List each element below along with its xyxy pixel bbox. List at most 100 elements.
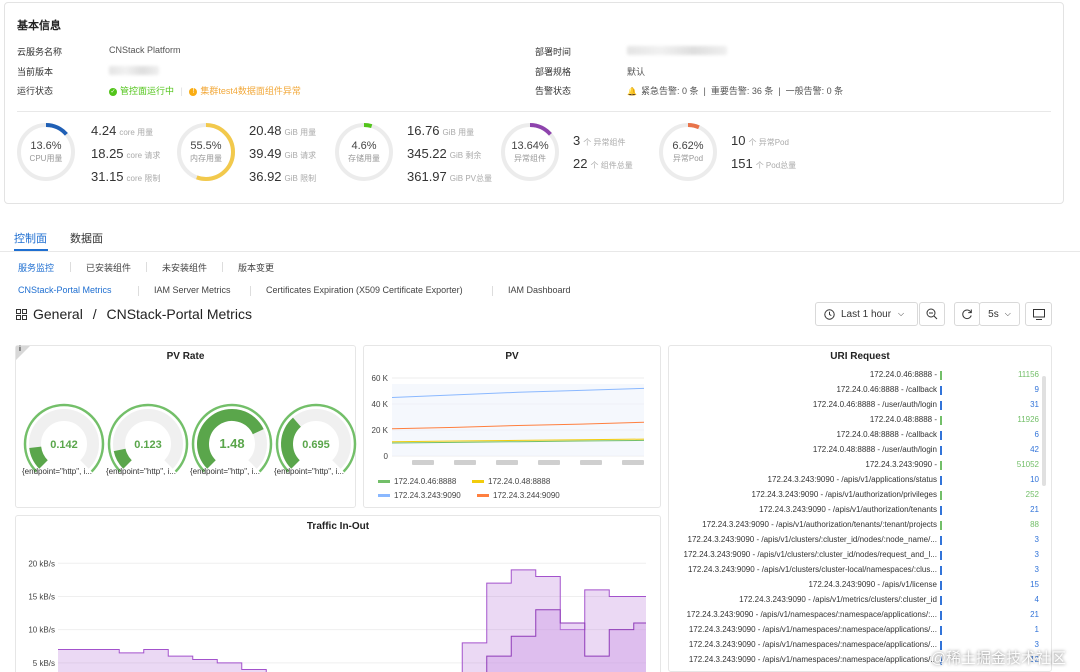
active-tab-indicator [14, 249, 48, 251]
dash-tab-portal[interactable]: CNStack-Portal Metrics [18, 285, 112, 295]
legend-item[interactable]: 172.24.0.46:8888 [378, 477, 456, 486]
uri-row: 172.24.3.243:9090 - /apis/v1/license 15 [671, 578, 1039, 593]
uri-value: 10 [1030, 475, 1039, 484]
scrollbar[interactable] [1042, 376, 1046, 486]
mem-ring: 55.5% 内存用量 [175, 121, 237, 183]
y-tick-label: 15 kB/s [28, 592, 55, 601]
pod-abnormal-value: 10 [731, 133, 746, 148]
pod-total-unit: 个 Pod总量 [755, 161, 797, 170]
subtab-installed[interactable]: 已安装组件 [86, 261, 131, 274]
uri-row: 172.24.3.243:9090 - /apis/v1/authorizati… [671, 518, 1039, 533]
y-tick-label: 40 K [372, 400, 389, 409]
component-total-unit: 个 组件总量 [590, 161, 633, 170]
uri-path: 172.24.3.243:9090 - /apis/v1/authorizati… [759, 505, 937, 514]
pv-title: PV [505, 351, 519, 362]
pv-line-chart: 60 K 40 K 20 K 0 [372, 374, 645, 465]
breadcrumb-sep: / [92, 306, 97, 322]
status-warn-link[interactable]: 集群test4数据面组件异常 [200, 86, 301, 96]
uri-value: 6 [1034, 430, 1039, 439]
tab-control-plane[interactable]: 控制面 [14, 230, 47, 246]
uri-value-bar [940, 611, 942, 620]
dash-tab-sep [138, 286, 139, 296]
status-value: ✓ 管控面运行中 | ! 集群test4数据面组件异常 [109, 86, 301, 96]
dash-tab-cert[interactable]: Certificates Expiration (X509 Certificat… [266, 285, 463, 295]
uri-path: 172.24.3.243:9090 - /apis/v1/clusters/:c… [683, 550, 938, 559]
uri-path: 172.24.3.243:9090 - /apis/v1/application… [767, 475, 937, 484]
uri-row: 172.24.3.243:9090 - 51052 [671, 458, 1039, 473]
pv-rate-panel: i PV Rate 0.142 0.123 1.48 0.695 {endpoint=… [15, 345, 357, 508]
component-abnormal-unit: 个 异常组件 [583, 138, 626, 147]
bell-icon: 🔔 [627, 87, 637, 96]
x-tick-label-redacted [538, 460, 560, 465]
subtab-service-monitor[interactable]: 服务监控 [18, 261, 54, 274]
uri-value-bar [940, 461, 942, 470]
cpu-request-unit: core 请求 [126, 151, 161, 160]
uri-row: 172.24.0.46:8888 - 11156 [671, 368, 1039, 383]
legend-item[interactable]: 172.24.3.243:9090 [378, 491, 461, 500]
uri-value: 3 [1034, 535, 1039, 544]
uri-row: 172.24.3.243:9090 - /apis/v1/clusters/cl… [671, 563, 1039, 578]
storage-ring-pct: 4.6% [351, 140, 377, 152]
uri-row: 172.24.3.243:9090 - /apis/v1/namespaces/… [671, 623, 1039, 638]
uri-row: 172.24.0.48:8888 - /user/auth/login 42 [671, 443, 1039, 458]
uri-value: 31 [1030, 400, 1039, 409]
storage-used-value: 16.76 [407, 123, 440, 138]
pod-ring: 6.62% 异常Pod [657, 121, 719, 183]
uri-value: 9 [1034, 385, 1039, 394]
subtab-not-installed[interactable]: 未安装组件 [162, 261, 207, 274]
uri-path: 172.24.3.243:9090 - /apis/v1/namespaces/… [688, 625, 937, 634]
zoom-out-button[interactable] [919, 302, 945, 326]
tv-mode-button[interactable] [1025, 302, 1052, 326]
status-ok-text: 管控面运行中 [120, 86, 175, 96]
legend-item[interactable]: 172.24.3.244:9090 [477, 491, 560, 500]
mem-ring-label: 内存用量 [190, 154, 222, 163]
pod-ring-label: 异常Pod [672, 154, 704, 163]
uri-value-bar [940, 476, 942, 485]
tab-data-plane[interactable]: 数据面 [70, 230, 103, 246]
uri-value-bar [940, 416, 942, 425]
traffic-area-chart: 20 kB/s 15 kB/s 10 kB/s 5 kB/s [28, 559, 646, 672]
uri-value-bar [940, 431, 942, 440]
uri-value: 4 [1034, 595, 1039, 604]
basic-info-title: 基本信息 [17, 20, 61, 32]
refresh-button[interactable] [954, 302, 980, 326]
gauge-label: {endpoint="http", i... [106, 467, 176, 476]
y-tick-label: 5 kB/s [33, 659, 55, 668]
uri-path: 172.24.3.243:9090 - /apis/v1/clusters/cl… [687, 565, 937, 574]
subtab-version-change[interactable]: 版本变更 [238, 261, 274, 274]
uri-path: 172.24.3.243:9090 - /apis/v1/authorizati… [702, 520, 937, 529]
uri-row: 172.24.3.243:9090 - /apis/v1/namespaces/… [671, 608, 1039, 623]
refresh-interval-picker[interactable]: 5s ⌵ [979, 302, 1020, 326]
mem-ring-pct: 55.5% [190, 140, 222, 152]
dash-tab-sep [492, 286, 493, 296]
legend-item[interactable]: 172.24.0.48:8888 [472, 477, 550, 486]
dash-tab-iam-server[interactable]: IAM Server Metrics [154, 285, 231, 295]
y-tick-label: 20 K [372, 426, 389, 435]
uri-row: 172.24.0.48:8888 - /callback 6 [671, 428, 1039, 443]
component-ring: 13.64% 异常组件 [499, 121, 561, 183]
gauge-value-arc [29, 446, 48, 469]
mem-request-unit: GiB 请求 [284, 151, 317, 160]
uri-row: 172.24.0.48:8888 - 11926 [671, 413, 1039, 428]
uri-value-bar [940, 626, 942, 635]
x-tick-label-redacted [496, 460, 518, 465]
alert-value-text: 紧急告警: 0 条 | 重要告警: 36 条 | 一般告警: 0 条 [640, 86, 844, 96]
cpu-ring-pct: 13.6% [30, 140, 62, 152]
x-tick-label-redacted [622, 460, 644, 465]
uri-value: 3 [1034, 565, 1039, 574]
uri-row: 172.24.3.243:9090 - /apis/v1/clusters/:c… [671, 533, 1039, 548]
legend-label: 172.24.3.243:9090 [394, 491, 461, 500]
uri-value: 88 [1030, 520, 1039, 529]
time-range-picker[interactable]: Last 1 hour ⌵ [815, 302, 918, 326]
dash-tab-iam-dashboard[interactable]: IAM Dashboard [508, 285, 571, 295]
uri-request-title: URI Request [830, 351, 890, 362]
uri-path: 172.24.0.48:8888 - /user/auth/login [812, 445, 937, 454]
divider [17, 111, 1051, 112]
cpu-used-value: 4.24 [91, 123, 117, 138]
mem-used-unit: GiB 用量 [284, 128, 317, 137]
warning-icon: ! [189, 87, 198, 96]
gauge-value: 0.123 [134, 439, 162, 451]
breadcrumb-root[interactable]: General [33, 306, 83, 322]
uri-value-bar [940, 386, 942, 395]
uri-path: 172.24.0.46:8888 - /callback [836, 385, 937, 394]
